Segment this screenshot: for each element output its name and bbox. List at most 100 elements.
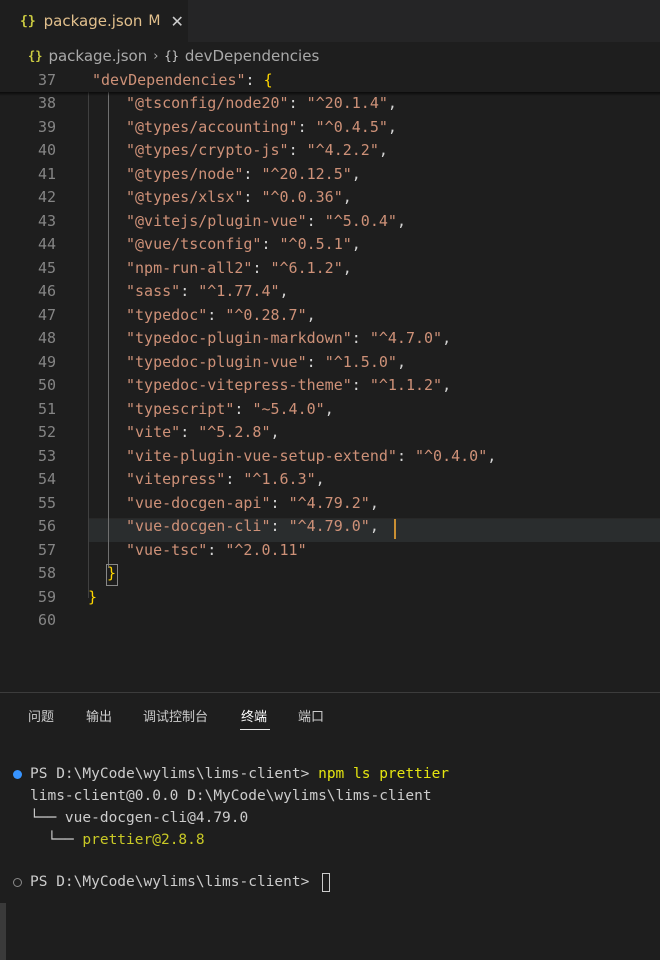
json-colon: : <box>207 540 226 559</box>
json-value: "^6.1.2" <box>270 258 343 277</box>
line-code: "@types/xlsx": "^0.0.36", <box>126 186 352 210</box>
json-comma: , <box>387 117 397 136</box>
tab-output[interactable]: 输出 <box>86 706 112 725</box>
bottom-panel: 问题 输出 调试控制台 终端 端口 PS D:\MyCode\wylims\li… <box>0 692 660 960</box>
modified-badge: M <box>148 13 161 29</box>
panel-scrollbar[interactable] <box>0 903 6 960</box>
json-comma: , <box>342 188 352 206</box>
code-line: 41 "@types/node": "^20.12.5", <box>0 163 660 187</box>
json-key: "vue-tsc" <box>126 540 208 559</box>
line-number: 58 <box>37 564 56 582</box>
command-success-dot-icon[interactable] <box>13 770 22 779</box>
json-key: "vue-docgen-cli" <box>126 517 271 535</box>
close-brace: } <box>88 587 98 606</box>
line-code: "@types/accounting": "^0.4.5", <box>126 116 397 140</box>
line-code: } <box>88 586 97 610</box>
terminal-command: npm ls prettier <box>318 766 450 782</box>
json-comma: , <box>369 493 379 512</box>
line-number: 50 <box>37 376 56 394</box>
tree-package: vue-docgen-cli@4.79.0 <box>64 810 249 826</box>
json-colon: : <box>243 164 262 183</box>
json-value: "^2.0.11" <box>225 540 307 559</box>
line-number: 56 <box>37 517 56 535</box>
line-code: "vue-tsc": "^2.0.11" <box>126 539 307 563</box>
code-line: 59} <box>0 586 660 610</box>
json-colon: : <box>351 329 370 347</box>
line-number: 41 <box>37 164 56 183</box>
terminal-line-2: lims-client@0.0.0 D:\MyCode\wylims\lims-… <box>30 788 432 804</box>
json-value: "^4.2.2" <box>306 141 379 159</box>
json-value: "^20.1.4" <box>306 94 388 112</box>
close-icon[interactable]: ✕ <box>171 12 184 31</box>
json-comma: , <box>378 141 388 159</box>
breadcrumb-file[interactable]: package.json <box>48 47 147 65</box>
line-number: 40 <box>37 141 56 159</box>
json-colon: : <box>245 70 264 89</box>
line-code: "@vue/tsconfig": "^0.5.1", <box>126 233 361 257</box>
code-line: 56 "vue-docgen-cli": "^4.79.0", <box>0 515 660 539</box>
tab-title: package.json <box>43 12 143 30</box>
json-value: "^1.1.2" <box>369 376 443 394</box>
json-comma: , <box>396 211 406 230</box>
code-line: 50 "typedoc-vitepress-theme": "^1.1.2", <box>0 374 660 398</box>
terminal-cursor <box>322 872 331 892</box>
line-number: 51 <box>37 399 56 418</box>
terminal-line-1: PS D:\MyCode\wylims\lims-client> npm ls … <box>30 763 449 785</box>
json-comma: , <box>324 399 334 418</box>
vscode-window: {} package.json M ✕ {} package.json › {}… <box>0 0 660 960</box>
line-code: "@vitejs/plugin-vue": "^5.0.4", <box>126 210 406 234</box>
json-key: "vitepress" <box>126 470 226 488</box>
json-key: "@tsconfig/node20" <box>126 94 289 112</box>
text-cursor <box>394 519 396 539</box>
json-colon: : <box>288 141 307 159</box>
tab-debug-console[interactable]: 调试控制台 <box>143 706 208 725</box>
line-number: 43 <box>37 211 56 230</box>
json-key: "@types/crypto-js" <box>126 141 289 159</box>
terminal-line-3: └── vue-docgen-cli@4.79.0 <box>30 807 248 829</box>
tab-package-json[interactable]: {} package.json M ✕ <box>0 0 188 42</box>
tab-problems[interactable]: 问题 <box>28 706 54 725</box>
json-colon: : <box>261 235 280 253</box>
terminal-prompt: PS D:\MyCode\wylims\lims-client> <box>30 766 319 782</box>
sticky-scroll-shadow <box>0 92 660 96</box>
json-file-icon: {} <box>28 49 43 63</box>
code-line: 58} <box>0 562 660 586</box>
json-key: "typescript" <box>126 399 235 418</box>
json-comma: , <box>387 94 397 112</box>
code-line: 37 "devDependencies": { <box>0 70 660 92</box>
json-comma: , <box>306 305 316 324</box>
json-key: "typedoc" <box>126 305 208 324</box>
json-colon: : <box>270 517 289 535</box>
indent-guide-active <box>108 92 109 568</box>
tab-ports[interactable]: 端口 <box>298 706 324 725</box>
json-value: "^0.5.1" <box>279 235 352 253</box>
breadcrumb-section[interactable]: devDependencies <box>185 47 319 65</box>
code-line: 39 "@types/accounting": "^0.4.5", <box>0 116 660 140</box>
code-line: 44 "@vue/tsconfig": "^0.5.1", <box>0 233 660 257</box>
line-code: "sass": "^1.77.4", <box>126 280 289 304</box>
json-colon: : <box>288 94 307 112</box>
line-number: 49 <box>37 352 56 371</box>
line-number: 47 <box>37 305 56 324</box>
command-pending-dot-icon[interactable] <box>13 878 22 887</box>
tree-package: prettier@2.8.8 <box>82 832 205 848</box>
code-line: 48 "typedoc-plugin-markdown": "^4.7.0", <box>0 327 660 351</box>
tab-terminal[interactable]: 终端 <box>241 706 267 725</box>
json-colon: : <box>396 446 415 465</box>
code-line: 47 "typedoc": "^0.28.7", <box>0 304 660 328</box>
json-key: "vite-plugin-vue-setup-extend" <box>126 446 397 465</box>
editor-tab-bar: {} package.json M ✕ <box>0 0 660 42</box>
json-file-icon: {} <box>20 13 36 29</box>
json-key: "@vitejs/plugin-vue" <box>126 211 307 230</box>
panel-tabs: 问题 输出 调试控制台 终端 端口 <box>0 693 660 733</box>
json-colon: : <box>351 376 370 394</box>
json-value: "^1.5.0" <box>324 352 397 371</box>
line-code: "@types/node": "^20.12.5", <box>126 163 361 187</box>
json-value: "^1.77.4" <box>198 282 280 300</box>
line-number: 59 <box>37 587 56 606</box>
json-key: "@types/xlsx" <box>126 188 244 206</box>
line-code: "vite": "^5.2.8", <box>126 421 280 445</box>
code-editor[interactable]: 37 "devDependencies": {38 "@tsconfig/node2… <box>0 70 660 692</box>
json-value: "^0.4.5" <box>315 117 388 136</box>
json-key: "@types/accounting" <box>126 117 298 136</box>
